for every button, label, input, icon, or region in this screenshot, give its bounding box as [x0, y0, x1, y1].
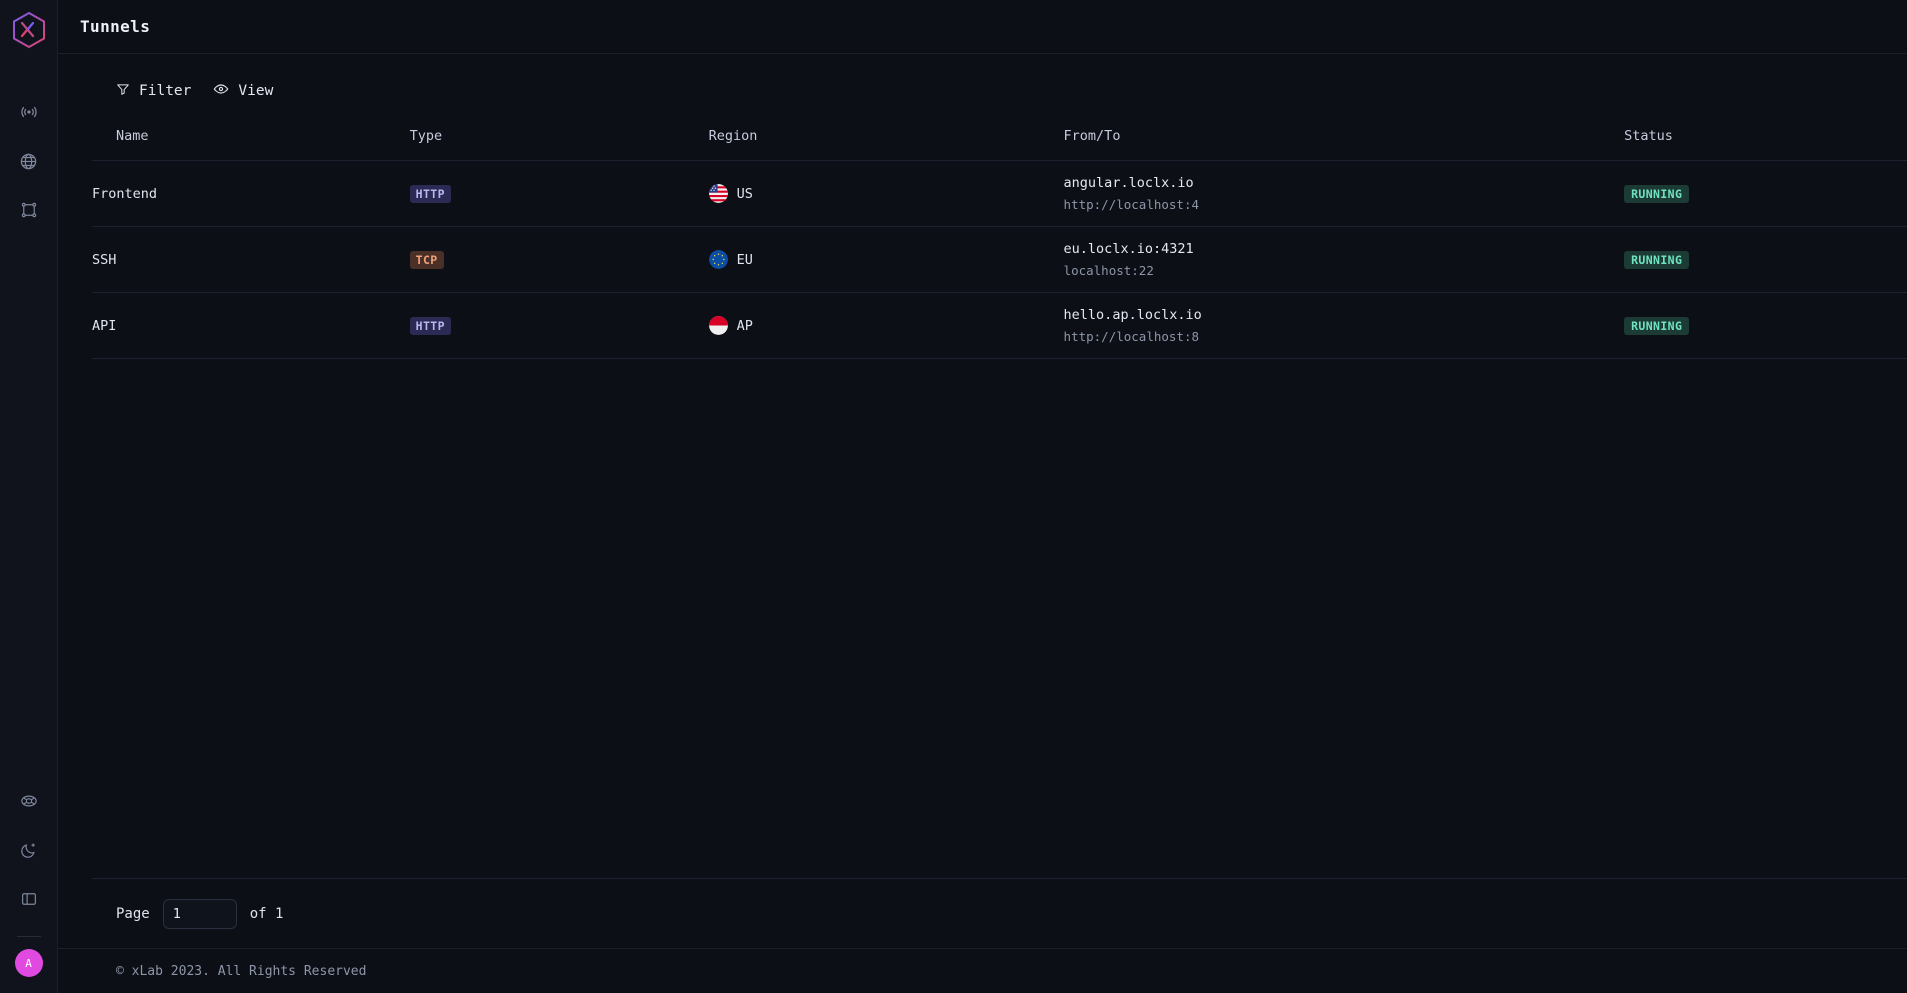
cell-region: US: [709, 161, 1064, 227]
sidebar-item-lifebuoy[interactable]: [9, 781, 49, 821]
sidebar-item-frame[interactable]: [9, 190, 49, 230]
table-row[interactable]: SSHTCP EU eu.loclx.io:4321 localhost:22RUNN…: [92, 227, 1907, 293]
tunnel-from: hello.ap.loclx.io: [1064, 307, 1625, 323]
view-label: View: [238, 83, 273, 99]
cell-fromto: angular.loclx.io http://localhost:4: [1064, 161, 1625, 227]
flag-us-icon: [709, 184, 728, 203]
cell-name: Frontend: [92, 161, 410, 227]
main-area: Tunnels Advance: [58, 0, 1907, 993]
tunnels-toolbar: Filter View Add new Tunnel: [92, 54, 1907, 128]
tunnels-pager: Page of 1: [92, 878, 1907, 948]
cell-status: RUNNING: [1624, 293, 1907, 359]
cell-name: API: [92, 293, 410, 359]
sidebar-item-broadcast[interactable]: [9, 92, 49, 132]
column-header-fromto: From/To: [1064, 128, 1625, 161]
cell-fromto: eu.loclx.io:4321 localhost:22: [1064, 227, 1625, 293]
column-header-region: Region: [709, 128, 1064, 161]
status-badge: RUNNING: [1624, 251, 1689, 269]
tunnels-pager-label: Page: [116, 906, 150, 922]
tunnel-to: localhost:22: [1064, 263, 1625, 278]
table-row[interactable]: APIHTTP AP hello.ap.loclx.io http://localho…: [92, 293, 1907, 359]
cell-fromto: hello.ap.loclx.io http://localhost:8: [1064, 293, 1625, 359]
sidebar-divider: [17, 936, 41, 937]
sidebar: A: [0, 0, 58, 993]
tunnels-table: Name Type Region From/To Status Inspect …: [92, 128, 1907, 359]
page-title: Tunnels: [80, 17, 150, 36]
view-button[interactable]: View: [213, 81, 273, 101]
filter-button[interactable]: Filter: [116, 82, 191, 100]
tunnels-panel: Filter View Add new Tunnel: [58, 54, 1907, 948]
cell-name: SSH: [92, 227, 410, 293]
footer: © xLab 2023. All Rights Reserved CONNECT…: [58, 948, 1907, 993]
status-badge: RUNNING: [1624, 185, 1689, 203]
tunnels-page-input[interactable]: [163, 899, 237, 929]
region-code: EU: [737, 252, 753, 268]
xlab-hex-logo-icon[interactable]: [9, 10, 49, 50]
region-code: US: [737, 186, 753, 202]
copyright-text: © xLab 2023. All Rights Reserved: [116, 964, 366, 979]
table-row[interactable]: FrontendHTTP US angular.loclx.io http://loc…: [92, 161, 1907, 227]
sidebar-item-theme-moon[interactable]: [9, 830, 49, 870]
cell-status: RUNNING: [1624, 227, 1907, 293]
cell-type: HTTP: [410, 293, 709, 359]
filter-label: Filter: [139, 83, 191, 99]
funnel-icon: [116, 82, 130, 100]
column-header-status: Status: [1624, 128, 1907, 161]
region-code: AP: [737, 318, 753, 334]
avatar[interactable]: A: [15, 949, 43, 977]
type-badge: TCP: [410, 251, 444, 269]
sidebar-item-panel-toggle[interactable]: [9, 879, 49, 919]
column-header-name: Name: [92, 128, 410, 161]
cell-status: RUNNING: [1624, 161, 1907, 227]
topbar: Tunnels Advance: [58, 0, 1907, 54]
type-badge: HTTP: [410, 317, 451, 335]
tunnel-to: http://localhost:8: [1064, 329, 1625, 344]
cell-type: TCP: [410, 227, 709, 293]
tunnels-table-body: FrontendHTTPUSangular.loclx.iohttp://loc…: [92, 161, 1907, 359]
tunnel-to: http://localhost:4: [1064, 197, 1625, 212]
status-badge: RUNNING: [1624, 317, 1689, 335]
tunnel-from: eu.loclx.io:4321: [1064, 241, 1625, 257]
cell-type: HTTP: [410, 161, 709, 227]
cell-region: EU: [709, 227, 1064, 293]
tunnels-pager-total: of 1: [250, 906, 284, 922]
flag-eu-icon: [709, 250, 728, 269]
column-header-type: Type: [410, 128, 709, 161]
flag-ap-icon: [709, 316, 728, 335]
type-badge: HTTP: [410, 185, 451, 203]
eye-icon: [213, 81, 229, 101]
content-area: Filter View Add new Tunnel: [58, 54, 1907, 948]
tunnel-from: angular.loclx.io: [1064, 175, 1625, 191]
cell-region: AP: [709, 293, 1064, 359]
app-root: A Tunnels Advance: [0, 0, 1907, 993]
sidebar-item-globe[interactable]: [9, 141, 49, 181]
tunnels-table-head: Name Type Region From/To Status Inspect …: [92, 128, 1907, 161]
